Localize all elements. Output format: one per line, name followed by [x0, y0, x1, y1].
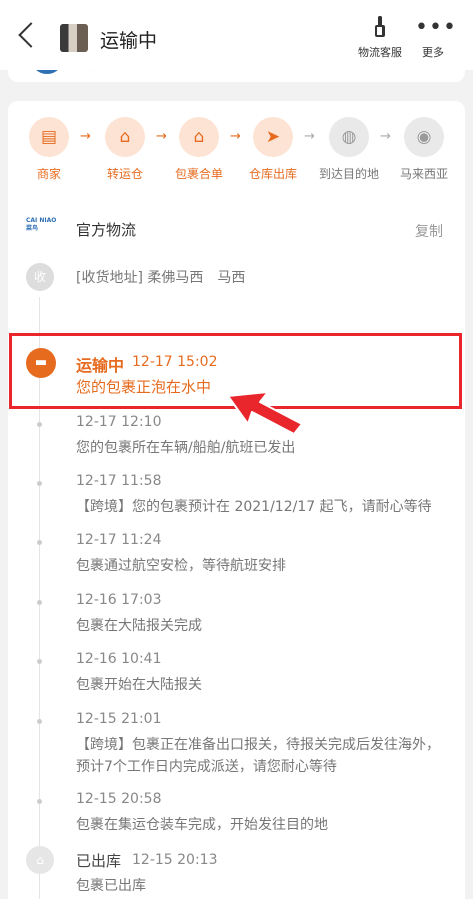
step-merchant: ▤ 商家	[14, 117, 84, 182]
cainiao-logo: CAI NIAO 菜鸟	[26, 217, 57, 232]
logistics-card: ▤ 商家 → ⌂ 转运仓 → ⌂ 包裹合单 → ➤ 仓库出库 → ◍ 到达目的地…	[8, 101, 465, 899]
warehouse-out-icon: ⌂	[26, 846, 54, 874]
event-description: 【跨境】您的包裹预计在 2021/12/17 起飞，请耐心等待	[76, 499, 432, 515]
timeline-dot	[37, 659, 42, 664]
copy-button[interactable]: 复制	[415, 221, 443, 241]
step-label: 到达目的地	[318, 167, 379, 181]
step-label: 商家	[36, 167, 61, 181]
timeline-dot	[37, 422, 42, 427]
receive-badge: 收	[26, 263, 54, 291]
event-time: 12-15 21:01	[76, 711, 162, 727]
event-description: 包裹在大陆报关完成	[76, 618, 202, 634]
more-dots-icon: •••	[415, 15, 457, 40]
event-time: 12-16 17:03	[76, 592, 162, 608]
store-icon: ▤	[29, 117, 69, 157]
step-transfer-warehouse: ⌂ 转运仓	[90, 117, 160, 182]
package-icon: ⌂	[179, 117, 219, 157]
step-label: 转运仓	[106, 167, 143, 181]
timeline-dot	[37, 481, 42, 486]
top-bar: 运输中 物流客服 ••• 更多	[0, 0, 473, 70]
page-title: 运输中	[100, 30, 158, 52]
event-time: 12-17 11:24	[76, 532, 162, 548]
more-label: 更多	[422, 46, 444, 59]
step-arrive-destination: ◍ 到达目的地	[314, 117, 384, 182]
step-label: 仓库出库	[248, 167, 297, 181]
logistics-service-label: 物流客服	[358, 46, 402, 59]
event-description: 【跨境】包裹正在准备出口报关，待报关完成后发往海外，预计7个工作日内完成派送，请…	[76, 737, 440, 775]
step-label: 马来西亚	[399, 167, 448, 181]
official-logistics-label: 官方物流	[76, 221, 137, 239]
timeline-dot	[37, 799, 42, 804]
timeline-dot	[37, 600, 42, 605]
event-time: 12-17 11:58	[76, 473, 162, 489]
location-icon: ◉	[404, 117, 444, 157]
event-description: 包裹在集运仓装车完成，开始发往目的地	[76, 817, 328, 833]
timeline-dot	[37, 719, 42, 724]
event-description: 包裹通过航空安检，等待航班安排	[76, 558, 286, 574]
event-time: 12-16 10:41	[76, 651, 162, 667]
more-button[interactable]: ••• 更多	[415, 15, 457, 60]
warehouse-icon: ⌂	[105, 117, 145, 157]
step-malaysia: ◉ 马来西亚	[389, 117, 459, 182]
step-package-merge: ⌂ 包裹合单	[164, 117, 234, 182]
step-warehouse-out: ➤ 仓库出库	[238, 117, 308, 182]
back-arrow-icon[interactable]	[18, 22, 44, 48]
logistics-service-button[interactable]: 物流客服	[355, 16, 405, 60]
receiver-address: [收货地址] 柔佛马西 马西	[76, 270, 246, 286]
event-description: 您的包裹所在车辆/船舶/航班已发出	[76, 440, 296, 456]
progress-steps: ▤ 商家 → ⌂ 转运仓 → ⌂ 包裹合单 → ➤ 仓库出库 → ◍ 到达目的地…	[8, 117, 465, 187]
event-time: 12-15 20:58	[76, 791, 162, 807]
out-status: 已出库	[76, 852, 122, 870]
event-description: 包裹开始在大陆报关	[76, 677, 202, 693]
red-arrow-pointer-icon	[227, 391, 303, 435]
send-icon: ➤	[253, 117, 293, 157]
out-time: 12-15 20:13	[132, 852, 218, 868]
event-time: 12-17 12:10	[76, 414, 162, 430]
step-label: 包裹合单	[174, 167, 223, 181]
globe-icon: ◍	[329, 117, 369, 157]
product-thumbnail	[60, 24, 88, 52]
out-description: 包裹已出库	[76, 878, 146, 894]
timeline-dot	[37, 540, 42, 545]
headset-icon	[378, 16, 382, 31]
official-logistics-row: CAI NIAO 菜鸟 官方物流 复制	[8, 213, 465, 243]
